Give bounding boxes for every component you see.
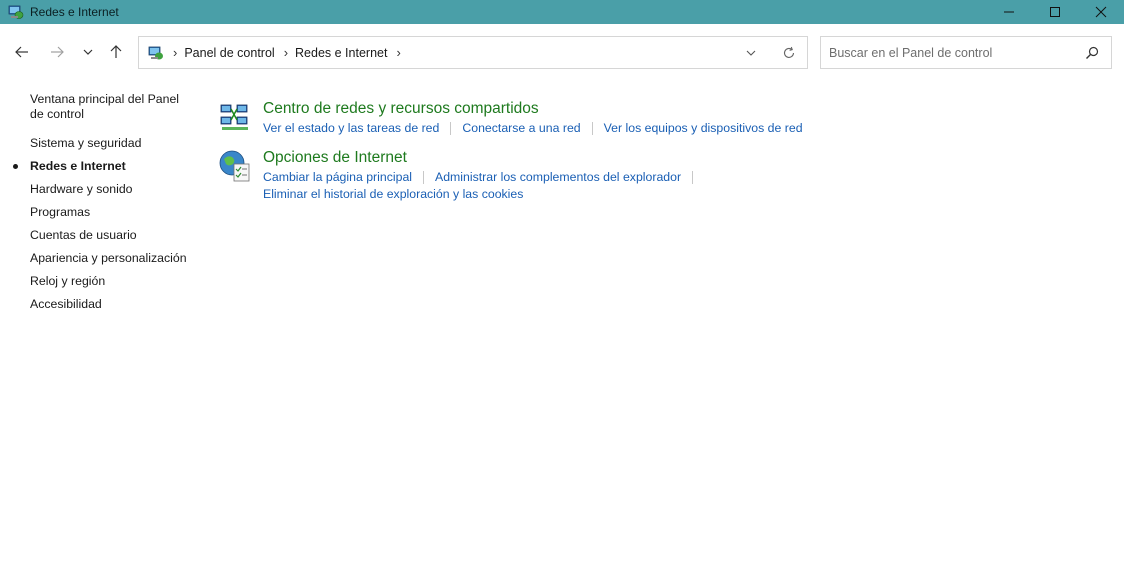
link-separator [450, 122, 452, 135]
sidebar-item-label: Reloj y región [30, 274, 106, 288]
title-bar: Redes e Internet [0, 0, 1124, 24]
sidebar-item-label: Accesibilidad [30, 297, 102, 311]
internet-options-icon[interactable] [218, 149, 252, 183]
minimize-icon [1004, 11, 1014, 13]
breadcrumb-network-internet[interactable]: Redes e Internet [295, 46, 387, 60]
up-button[interactable] [102, 40, 130, 64]
close-icon [1095, 6, 1107, 18]
sidebar-item-label: Sistema y seguridad [30, 136, 142, 150]
link-separator [423, 171, 425, 184]
arrow-right-icon [51, 46, 64, 58]
link-connect-to-network[interactable]: Conectarse a una red [462, 120, 580, 137]
minimize-button[interactable] [986, 0, 1032, 24]
sidebar-item-label: Programas [30, 205, 91, 219]
network-app-icon [8, 4, 24, 20]
search-input[interactable] [829, 45, 1079, 60]
sidebar-item-accessibility[interactable]: Accesibilidad [0, 297, 205, 312]
control-panel-icon [148, 45, 164, 61]
address-bar[interactable]: › Panel de control › Redes e Internet › [138, 36, 808, 69]
recent-locations-button[interactable] [74, 40, 102, 64]
link-separator [692, 171, 694, 184]
arrow-up-icon [110, 45, 122, 58]
link-change-home-page[interactable]: Cambiar la página principal [263, 169, 412, 186]
sidebar-item-label: Redes e Internet [30, 159, 126, 173]
sidebar-item-system-security[interactable]: Sistema y seguridad [0, 136, 205, 151]
maximize-button[interactable] [1032, 0, 1078, 24]
refresh-button[interactable] [781, 45, 797, 61]
sidebar-item-label: Apariencia y personalización [30, 251, 187, 265]
navigation-bar: › Panel de control › Redes e Internet › [0, 24, 1124, 80]
category-title-network-sharing[interactable]: Centro de redes y recursos compartidos [263, 98, 1098, 120]
category-title-internet-options[interactable]: Opciones de Internet [263, 147, 1098, 169]
breadcrumb-chevron-icon[interactable]: › [284, 45, 288, 60]
breadcrumb-chevron-icon[interactable]: › [396, 45, 400, 60]
sidebar-item-label: Cuentas de usuario [30, 228, 137, 242]
back-button[interactable] [8, 40, 36, 64]
sidebar-item-control-panel-home[interactable]: Ventana principal del Panel de control [0, 92, 205, 122]
sidebar-item-programs[interactable]: Programas [0, 205, 205, 220]
network-sharing-icon[interactable] [218, 100, 252, 134]
close-button[interactable] [1078, 0, 1124, 24]
address-dropdown-button[interactable] [743, 45, 759, 61]
breadcrumb-chevron-icon[interactable]: › [173, 45, 177, 60]
sidebar: Ventana principal del Panel de control S… [0, 92, 205, 320]
task-links: Eliminar el historial de exploración y l… [263, 186, 1098, 203]
task-links: Ver el estado y las tareas de red Conect… [263, 120, 1098, 137]
search-box[interactable] [820, 36, 1112, 69]
sidebar-item-label: Ventana principal del Panel de control [30, 92, 180, 121]
link-view-network-status[interactable]: Ver el estado y las tareas de red [263, 120, 439, 137]
window-controls [986, 0, 1124, 24]
link-delete-browsing-history[interactable]: Eliminar el historial de exploración y l… [263, 186, 523, 203]
breadcrumb-control-panel[interactable]: Panel de control [184, 46, 274, 60]
arrow-left-icon [15, 46, 28, 58]
sidebar-item-network-internet[interactable]: Redes e Internet [0, 159, 205, 174]
sidebar-item-hardware-sound[interactable]: Hardware y sonido [0, 182, 205, 197]
active-bullet-icon [13, 164, 18, 169]
maximize-icon [1050, 7, 1060, 17]
chevron-down-icon [746, 50, 756, 56]
refresh-icon [783, 46, 795, 58]
sidebar-item-user-accounts[interactable]: Cuentas de usuario [0, 228, 205, 243]
link-separator [591, 122, 593, 135]
category-network-sharing-center: Centro de redes y recursos compartidos V… [218, 98, 1098, 137]
window-title: Redes e Internet [30, 5, 119, 19]
sidebar-item-clock-region[interactable]: Reloj y región [0, 274, 205, 289]
main-content: Centro de redes y recursos compartidos V… [218, 98, 1098, 213]
search-icon[interactable] [1085, 46, 1099, 60]
task-links: Cambiar la página principal Administrar … [263, 169, 1098, 186]
chevron-down-icon [83, 49, 93, 55]
link-view-network-devices[interactable]: Ver los equipos y dispositivos de red [604, 120, 803, 137]
sidebar-item-label: Hardware y sonido [30, 182, 133, 196]
category-internet-options: Opciones de Internet Cambiar la página p… [218, 147, 1098, 203]
address-divider [770, 43, 771, 63]
link-manage-addons[interactable]: Administrar los complementos del explora… [435, 169, 681, 186]
sidebar-item-appearance[interactable]: Apariencia y personalización [0, 251, 205, 266]
forward-button[interactable] [43, 40, 71, 64]
